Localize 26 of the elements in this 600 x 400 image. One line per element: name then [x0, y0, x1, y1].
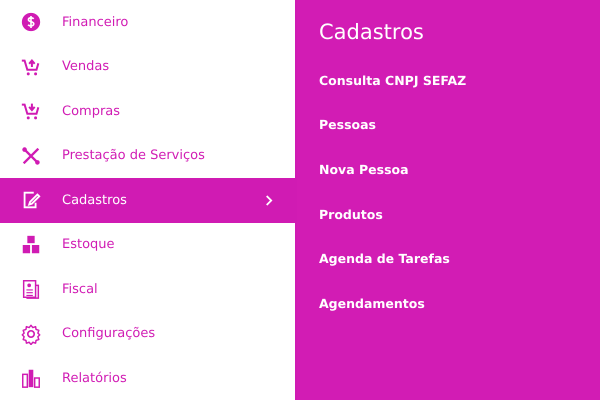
document-icon: [22, 280, 40, 300]
submenu-item[interactable]: Consulta CNPJ SEFAZ: [319, 58, 466, 103]
cart-download-icon: [22, 102, 40, 120]
chevron-right-icon: [264, 194, 273, 207]
submenu-item[interactable]: Agendamentos: [319, 280, 425, 326]
submenu-item[interactable]: Nova Pessoa: [319, 147, 409, 192]
menu-item[interactable]: Financeiro: [0, 0, 295, 44]
submenu-title: Cadastros: [319, 20, 425, 44]
dollar-icon: [22, 13, 40, 32]
menu-item[interactable]: Configurações: [0, 312, 295, 356]
submenu-item[interactable]: Agenda de Tarefas: [319, 236, 450, 281]
gear-icon: [22, 324, 40, 345]
menu-item[interactable]: Estoque: [0, 222, 295, 267]
menu-item[interactable]: Fiscal: [0, 267, 295, 312]
submenu-item[interactable]: Produtos: [319, 192, 383, 236]
boxes-icon: [22, 236, 40, 253]
menu-item[interactable]: Vendas: [0, 44, 295, 89]
edit-icon: [24, 192, 41, 208]
submenu-item[interactable]: Pessoas: [319, 102, 376, 148]
bar-chart-icon: [22, 370, 40, 388]
tools-icon: [22, 147, 40, 164]
cart-upload-icon: [22, 58, 40, 76]
menu-item[interactable]: Prestação de Serviços: [0, 134, 295, 178]
menu-item[interactable]: Relatórios: [0, 356, 295, 400]
menu-item[interactable]: Compras: [0, 89, 295, 134]
menu-item[interactable]: Cadastros: [0, 178, 295, 222]
